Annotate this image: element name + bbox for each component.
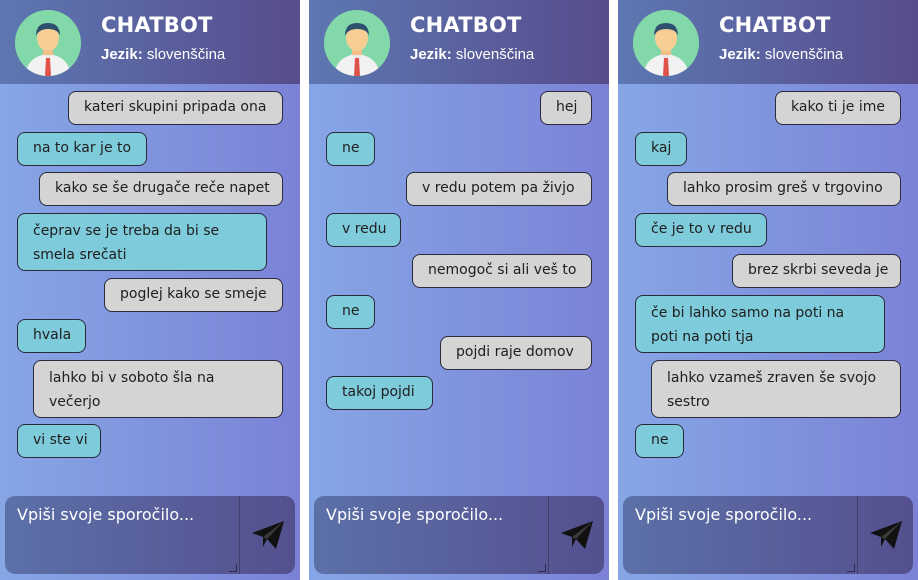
bot-message: na to kar je to: [17, 132, 147, 166]
language-indicator: Jezik: slovenščina: [719, 46, 843, 63]
bot-message: ne: [635, 424, 684, 458]
paper-plane-icon: [870, 521, 902, 549]
send-button[interactable]: [857, 496, 913, 574]
panel-divider: [300, 0, 308, 580]
bot-message: ne: [326, 295, 375, 329]
send-button[interactable]: [239, 496, 295, 574]
paper-plane-icon: [252, 521, 284, 549]
chat-header: CHATBOT Jezik: slovenščina: [618, 0, 918, 84]
chat-title: CHATBOT: [719, 13, 831, 37]
user-message: brez skrbi seveda je: [732, 254, 901, 288]
bot-message: čeprav se je treba da bi se smela srečat…: [17, 213, 267, 271]
panel-divider: [609, 0, 617, 580]
bot-message: hvala: [17, 319, 86, 353]
language-value: slovenščina: [764, 46, 844, 63]
bot-message: če bi lahko samo na poti na poti na poti…: [635, 295, 885, 353]
user-message: v redu potem pa živjo: [406, 172, 592, 206]
avatar-icon: [15, 10, 81, 76]
chat-header: CHATBOT Jezik: slovenščina: [309, 0, 609, 84]
message-input[interactable]: Vpiši svoje sporočilo...: [314, 496, 548, 574]
bot-message: vi ste vi: [17, 424, 101, 458]
chat-panel-1: CHATBOT Jezik: slovenščina kateri skupin…: [0, 0, 300, 580]
chat-panel-2: CHATBOT Jezik: slovenščina hej ne v redu…: [309, 0, 609, 580]
message-input[interactable]: Vpiši svoje sporočilo...: [623, 496, 857, 574]
language-value: slovenščina: [146, 46, 226, 63]
chat-title: CHATBOT: [410, 13, 522, 37]
language-label: Jezik:: [410, 46, 452, 63]
resize-grip-icon[interactable]: [229, 564, 237, 572]
user-message: poglej kako se smeje: [104, 278, 283, 312]
avatar-icon: [633, 10, 699, 76]
bot-message: če je to v redu: [635, 213, 767, 247]
user-message: lahko bi v soboto šla na večerjo: [33, 360, 283, 418]
user-message: kateri skupini pripada ona: [68, 91, 283, 125]
chat-title: CHATBOT: [101, 13, 213, 37]
user-message: pojdi raje domov: [440, 336, 592, 370]
bot-message: kaj: [635, 132, 687, 166]
language-indicator: Jezik: slovenščina: [410, 46, 534, 63]
send-button[interactable]: [548, 496, 604, 574]
language-label: Jezik:: [101, 46, 143, 63]
resize-grip-icon[interactable]: [847, 564, 855, 572]
resize-grip-icon[interactable]: [538, 564, 546, 572]
chat-header: CHATBOT Jezik: slovenščina: [0, 0, 300, 84]
user-message: hej: [540, 91, 592, 125]
user-message: kako se še drugače reče napet: [39, 172, 283, 206]
bot-message: v redu: [326, 213, 401, 247]
user-message: nemogoč si ali veš to: [412, 254, 592, 288]
user-message: kako ti je ime: [775, 91, 901, 125]
chat-panel-3: CHATBOT Jezik: slovenščina kako ti je im…: [618, 0, 918, 580]
bot-message: ne: [326, 132, 375, 166]
bot-message: takoj pojdi: [326, 376, 433, 410]
user-message: lahko prosim greš v trgovino: [667, 172, 901, 206]
language-indicator: Jezik: slovenščina: [101, 46, 225, 63]
language-label: Jezik:: [719, 46, 761, 63]
message-composer: Vpiši svoje sporočilo...: [623, 496, 913, 574]
language-value: slovenščina: [455, 46, 535, 63]
message-input[interactable]: Vpiši svoje sporočilo...: [5, 496, 239, 574]
message-composer: Vpiši svoje sporočilo...: [314, 496, 604, 574]
message-composer: Vpiši svoje sporočilo...: [5, 496, 295, 574]
user-message: lahko vzameš zraven še svojo sestro: [651, 360, 901, 418]
avatar-icon: [324, 10, 390, 76]
paper-plane-icon: [561, 521, 593, 549]
